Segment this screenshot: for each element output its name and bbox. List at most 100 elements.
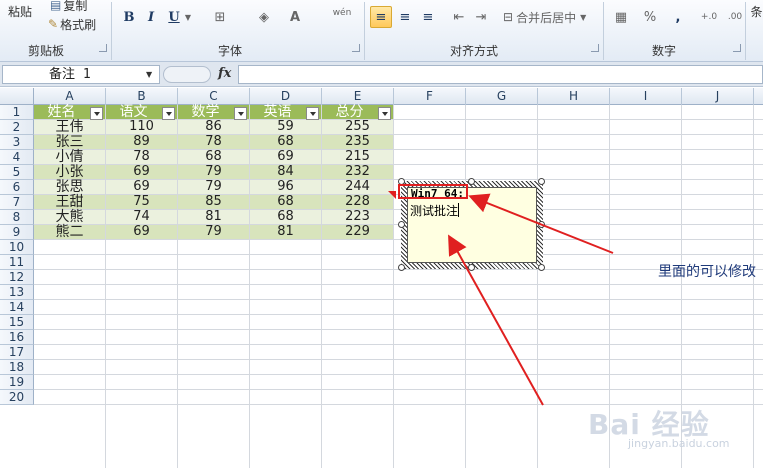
filter-dropdown-icon[interactable] — [234, 107, 247, 120]
row-header-6[interactable]: 6 — [0, 180, 34, 195]
table-cell[interactable]: 79 — [178, 225, 249, 239]
decrease-decimal-icon[interactable]: .00 — [724, 6, 746, 28]
table-cell[interactable]: 229 — [322, 225, 393, 239]
clipboard-launcher-icon[interactable] — [99, 44, 107, 52]
phonetic-button[interactable]: wén — [330, 2, 354, 24]
row-header-17[interactable]: 17 — [0, 345, 34, 360]
row-header-16[interactable]: 16 — [0, 330, 34, 345]
table-cell[interactable]: 85 — [178, 195, 249, 209]
filter-dropdown-icon[interactable] — [90, 107, 103, 120]
table-cell[interactable]: 255 — [322, 120, 393, 134]
paste-button[interactable]: 粘贴 — [2, 0, 38, 22]
table-cell[interactable]: 69 — [106, 225, 177, 239]
column-header-f[interactable]: F — [394, 88, 466, 105]
table-cell[interactable]: 59 — [250, 120, 321, 134]
number-launcher-icon[interactable] — [733, 44, 741, 52]
resize-handle[interactable] — [538, 221, 545, 228]
resize-handle[interactable] — [398, 221, 405, 228]
row-header-8[interactable]: 8 — [0, 210, 34, 225]
formula-input[interactable] — [238, 65, 763, 84]
select-all-corner[interactable] — [0, 88, 34, 105]
row-header-2[interactable]: 2 — [0, 120, 34, 135]
filter-dropdown-icon[interactable] — [306, 107, 319, 120]
table-cell[interactable]: 228 — [322, 195, 393, 209]
resize-handle[interactable] — [538, 178, 545, 185]
table-header-cell[interactable]: 语文 — [106, 105, 177, 120]
align-right-button[interactable]: ≡ — [418, 6, 438, 28]
table-cell[interactable]: 68 — [178, 150, 249, 164]
table-cell[interactable]: 68 — [250, 135, 321, 149]
table-cell[interactable]: 王甜 — [34, 195, 105, 209]
row-header-4[interactable]: 4 — [0, 150, 34, 165]
filter-dropdown-icon[interactable] — [378, 107, 391, 120]
resize-handle[interactable] — [468, 264, 475, 271]
row-header-1[interactable]: 1 — [0, 105, 34, 120]
table-header-cell[interactable]: 姓名 — [34, 105, 105, 120]
name-box[interactable]: 备注 1 — [2, 65, 160, 84]
bold-button[interactable]: B — [121, 6, 137, 28]
chevron-down-icon[interactable]: ▼ — [146, 70, 152, 79]
table-header-cell[interactable]: 英语 — [250, 105, 321, 120]
row-header-10[interactable]: 10 — [0, 240, 34, 255]
align-center-button[interactable]: ≡ — [395, 6, 415, 28]
column-header-h[interactable]: H — [538, 88, 610, 105]
resize-handle[interactable] — [468, 178, 475, 185]
comma-button[interactable]: , — [672, 6, 684, 28]
decrease-indent-icon[interactable]: ⇤ — [450, 6, 468, 28]
increase-indent-icon[interactable]: ⇥ — [472, 6, 490, 28]
table-cell[interactable]: 68 — [250, 210, 321, 224]
fill-color-icon[interactable]: ◈ — [254, 6, 274, 28]
column-header-j[interactable]: J — [682, 88, 754, 105]
row-header-5[interactable]: 5 — [0, 165, 34, 180]
table-cell[interactable]: 78 — [178, 135, 249, 149]
alignment-launcher-icon[interactable] — [591, 44, 599, 52]
table-cell[interactable]: 223 — [322, 210, 393, 224]
table-cell[interactable]: 84 — [250, 165, 321, 179]
row-header-15[interactable]: 15 — [0, 315, 34, 330]
table-cell[interactable]: 69 — [106, 180, 177, 194]
table-cell[interactable]: 244 — [322, 180, 393, 194]
table-cell[interactable]: 232 — [322, 165, 393, 179]
row-header-18[interactable]: 18 — [0, 360, 34, 375]
table-cell[interactable]: 110 — [106, 120, 177, 134]
table-cell[interactable]: 89 — [106, 135, 177, 149]
increase-decimal-icon[interactable]: +.0 — [698, 6, 720, 28]
column-header-e[interactable]: E — [322, 88, 394, 105]
table-header-cell[interactable]: 数学 — [178, 105, 249, 120]
table-cell[interactable]: 75 — [106, 195, 177, 209]
table-cell[interactable]: 96 — [250, 180, 321, 194]
table-cell[interactable]: 王伟 — [34, 120, 105, 134]
filter-dropdown-icon[interactable] — [162, 107, 175, 120]
row-header-19[interactable]: 19 — [0, 375, 34, 390]
border-icon[interactable]: ⊞ — [209, 6, 231, 28]
accounting-format-icon[interactable]: ▦ — [610, 6, 632, 28]
row-header-14[interactable]: 14 — [0, 300, 34, 315]
row-header-13[interactable]: 13 — [0, 285, 34, 300]
table-cell[interactable]: 68 — [250, 195, 321, 209]
table-cell[interactable]: 张三 — [34, 135, 105, 149]
percent-button[interactable]: % — [642, 6, 658, 28]
italic-button[interactable]: I — [143, 6, 159, 28]
column-header-i[interactable]: I — [610, 88, 682, 105]
table-cell[interactable]: 69 — [250, 150, 321, 164]
table-cell[interactable]: 215 — [322, 150, 393, 164]
row-header-11[interactable]: 11 — [0, 255, 34, 270]
row-header-20[interactable]: 20 — [0, 390, 34, 405]
column-header-b[interactable]: B — [106, 88, 178, 105]
table-cell[interactable]: 79 — [178, 180, 249, 194]
align-left-button[interactable]: ≡ — [370, 6, 392, 28]
column-header-a[interactable]: A — [34, 88, 106, 105]
insert-function-button[interactable]: fx — [218, 66, 231, 81]
table-cell[interactable]: 小倩 — [34, 150, 105, 164]
format-painter-button[interactable]: ✎ 格式刷 — [48, 13, 108, 35]
font-color-button[interactable]: A — [287, 6, 303, 28]
table-cell[interactable]: 熊二 — [34, 225, 105, 239]
table-cell[interactable]: 79 — [178, 165, 249, 179]
resize-handle[interactable] — [398, 264, 405, 271]
row-header-7[interactable]: 7 — [0, 195, 34, 210]
column-header-d[interactable]: D — [250, 88, 322, 105]
table-cell[interactable]: 小张 — [34, 165, 105, 179]
table-cell[interactable]: 78 — [106, 150, 177, 164]
column-header-g[interactable]: G — [466, 88, 538, 105]
underline-dropdown-icon[interactable]: ▼ — [183, 6, 193, 28]
